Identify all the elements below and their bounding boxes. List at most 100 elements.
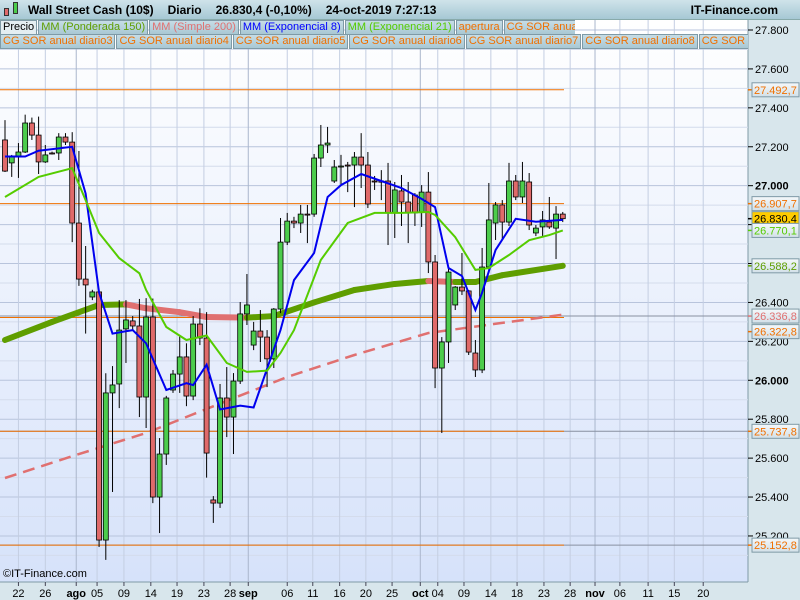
candle-body [264, 336, 270, 360]
legend-item[interactable]: CG SOR anual diario8 [582, 34, 698, 49]
candle-body [344, 164, 351, 167]
candle-body [129, 320, 136, 327]
candle-body [519, 180, 526, 198]
candle-body [22, 122, 29, 153]
legend-item[interactable]: apertura [455, 20, 503, 35]
wma150-segment [391, 278, 432, 287]
candle-body [499, 204, 506, 223]
candle-body [217, 397, 223, 504]
legend-row-1: Precio MM (Ponderada 150) MM (Simple 200) M… [0, 20, 575, 35]
legend-row-2: CG SOR anual diario3 CG SOR anual diario4… [0, 34, 748, 49]
candle-body [485, 219, 492, 268]
x-tick-label: 15 [668, 588, 680, 600]
candle-body [62, 136, 69, 143]
candle-body [465, 290, 472, 353]
candle-body [324, 142, 331, 146]
x-tick-label: 20 [697, 588, 709, 600]
x-tick-label: 14 [485, 588, 497, 600]
candle-body [257, 330, 264, 338]
x-tick-label: 04 [432, 588, 444, 600]
brand: IT-Finance.com [690, 3, 778, 17]
legend-item[interactable]: MM (Ponderada 150) [38, 20, 149, 35]
legend-item[interactable]: MM (Exponencial 8) [239, 20, 344, 35]
legend-item[interactable]: CG SOR anual diario7 [465, 34, 582, 49]
candle-body [8, 156, 15, 164]
x-tick-label: 28 [224, 588, 236, 600]
candle-body [385, 180, 391, 214]
legend-item[interactable]: CG SOR anual diario3 [0, 34, 116, 49]
candle-body [338, 165, 344, 168]
candle-body [559, 213, 566, 220]
candle-body [230, 380, 237, 418]
y-tick-label: 27.200 [755, 142, 789, 154]
candle-body [506, 180, 512, 223]
legend-item[interactable]: MM (Simple 200) [149, 20, 239, 35]
candle-body [331, 166, 338, 182]
x-tick-label: 16 [334, 588, 346, 600]
last-quote: 26.830,4 (-0,10%) [215, 2, 312, 17]
y-tick-label: 27.000 [755, 181, 789, 193]
legend-item[interactable]: CG SOR anual diario [503, 20, 575, 35]
wma150-segment [122, 301, 150, 312]
price-chart[interactable]: 27.80027.60027.40027.20027.00026.80026.6… [0, 0, 800, 600]
y-tick-label: 27.800 [755, 25, 789, 37]
candle-body [35, 134, 42, 163]
x-tick-label: 28 [564, 588, 576, 600]
candle-body [512, 180, 519, 198]
x-tick-label: 11 [307, 588, 318, 600]
x-tick-label: 09 [118, 588, 130, 600]
plot-area [0, 20, 748, 582]
candle-body [42, 154, 49, 163]
x-tick-label: 19 [171, 588, 183, 600]
candle-body [284, 220, 291, 243]
title-bar: Wall Street Cash (10$) Diario 26.830,4 (… [0, 0, 800, 20]
period: Diario [167, 2, 202, 17]
legend-item[interactable]: CG SOR anual diar [698, 34, 748, 49]
x-tick-label: ago [66, 588, 86, 600]
candle-body [123, 319, 129, 330]
candle-body [532, 227, 539, 234]
candle-body [371, 180, 378, 183]
candle-body [317, 144, 324, 159]
candle-body [311, 157, 318, 215]
x-tick-label: 11 [642, 588, 653, 600]
x-tick-label: 06 [614, 588, 626, 600]
candle-body [445, 271, 452, 343]
candle-body [183, 356, 190, 397]
x-tick-label: 14 [145, 588, 157, 600]
indicator-value-label: 26.336,8 [754, 311, 797, 323]
candle-body [391, 189, 398, 214]
candle-body [364, 164, 371, 205]
legend-item[interactable]: CG SOR anual diario5 [232, 34, 349, 49]
candle-body [76, 222, 82, 280]
y-tick-label: 25.400 [755, 492, 789, 504]
candle-body [82, 278, 89, 286]
candle-body [472, 352, 479, 371]
indicator-value-label: 26.588,2 [754, 261, 797, 273]
candle-body [49, 152, 55, 155]
level-value-label: 27.492,7 [754, 85, 797, 97]
legend-item[interactable]: MM (Exponencial 21) [344, 20, 455, 35]
y-tick-label: 26.000 [755, 375, 789, 387]
legend-item[interactable]: CG SOR anual diario6 [349, 34, 465, 49]
level-value-label: 26.322,8 [754, 327, 797, 339]
candle-body [250, 330, 257, 346]
candle-body [237, 313, 244, 382]
x-tick-label: 23 [198, 588, 210, 600]
candle-body [358, 156, 365, 166]
x-tick-label: 20 [360, 588, 372, 600]
candle-body [412, 194, 418, 214]
candle-body [492, 204, 499, 224]
candle-body [163, 397, 170, 455]
candle-body [405, 201, 412, 214]
x-tick-label: oct [412, 588, 429, 600]
x-tick-label: 23 [538, 588, 550, 600]
x-tick-label: 26 [39, 588, 51, 600]
candle-body [351, 156, 358, 166]
candle-body [210, 499, 217, 504]
candle-body [149, 316, 156, 498]
legend-item[interactable]: CG SOR anual diario4 [116, 34, 232, 49]
candle-body [291, 220, 297, 224]
x-tick-label: 25 [386, 588, 398, 600]
legend-item[interactable]: Precio [0, 20, 38, 35]
